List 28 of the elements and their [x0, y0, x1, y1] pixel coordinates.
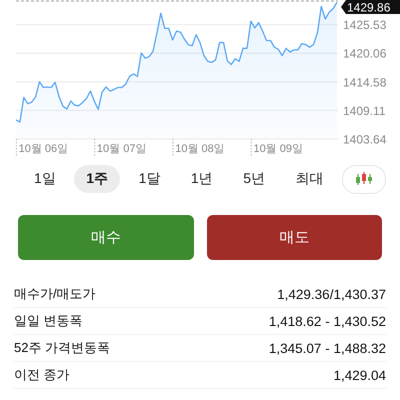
- stat-value: 1,429.36/1,430.37: [277, 286, 386, 302]
- candlestick-button[interactable]: [342, 164, 386, 194]
- sell-button[interactable]: 매도: [206, 215, 382, 260]
- axis-label: 10월 09일: [254, 143, 304, 155]
- axis-label: 10월 06일: [18, 143, 68, 155]
- axis-label: 10월 08일: [175, 143, 225, 155]
- stat-label: 일일 변동폭: [14, 312, 83, 330]
- axis-label: 1409.11: [343, 104, 386, 118]
- stat-label: 이전 종가: [14, 366, 70, 384]
- axis-label: 1425.53: [343, 18, 386, 32]
- candlestick-icon: [354, 172, 373, 186]
- range-tab[interactable]: 1달: [126, 165, 172, 193]
- stat-label: 52주 가격변동폭: [14, 339, 110, 357]
- range-tab[interactable]: 최대: [283, 165, 336, 193]
- buy-button[interactable]: 매수: [18, 215, 194, 260]
- axis-label: 1414.58: [343, 75, 386, 90]
- range-tab[interactable]: 1주: [74, 165, 120, 193]
- axis-label: 1420.06: [343, 46, 386, 61]
- axis-label: 1403.64: [343, 132, 386, 146]
- range-tab[interactable]: 5년: [231, 165, 277, 193]
- stat-value: 1,418.62 - 1,430.52: [268, 314, 386, 328]
- range-tab[interactable]: 1일: [22, 165, 68, 193]
- axis-label: 10월 07일: [96, 143, 146, 155]
- stat-label: 매수가/매도가: [14, 285, 96, 303]
- price-tag: 1429.86: [341, 0, 400, 14]
- range-tab[interactable]: 1년: [178, 165, 225, 193]
- stat-value: 1,345.07 - 1,488.32: [268, 340, 386, 356]
- stat-value: 1,429.04: [333, 368, 386, 382]
